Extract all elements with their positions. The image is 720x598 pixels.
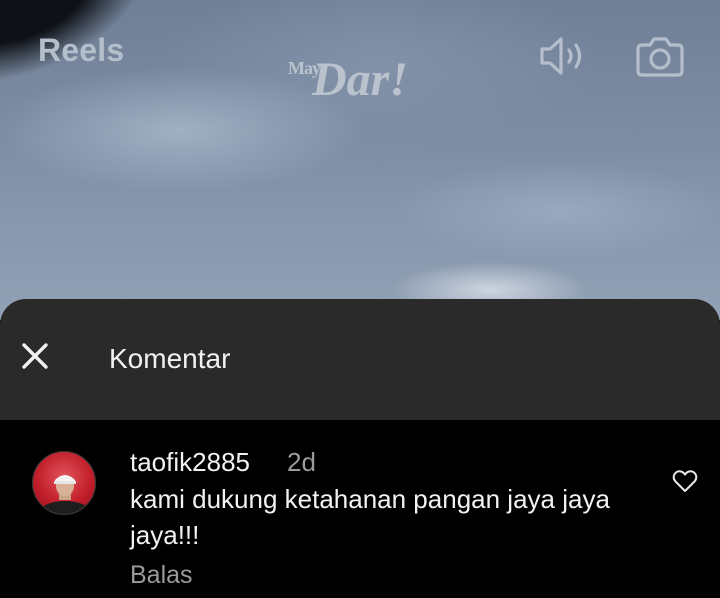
- comments-list: taofik2885 2d kami dukung ketahanan pang…: [0, 420, 720, 598]
- heart-icon: [672, 470, 698, 492]
- comments-sheet-header: Komentar: [0, 299, 720, 420]
- camera-icon[interactable]: [634, 32, 686, 80]
- speaker-icon[interactable]: [536, 32, 588, 80]
- reels-title: Reels: [38, 32, 125, 68]
- close-icon: [22, 343, 48, 369]
- reply-button[interactable]: Balas: [130, 561, 193, 590]
- comment-item: taofik2885 2d kami dukung ketahanan pang…: [0, 420, 720, 598]
- comment-timestamp: 2d: [287, 447, 316, 477]
- watermark-big-text: Dar!: [312, 53, 409, 106]
- like-button[interactable]: [670, 467, 700, 495]
- comment-text: kami dukung ketahanan pangan jaya jaya j…: [130, 484, 610, 550]
- close-button[interactable]: [14, 335, 56, 377]
- comment-username[interactable]: taofik2885: [130, 447, 250, 478]
- avatar[interactable]: [32, 451, 96, 515]
- reel-video[interactable]: Reels May Dar!: [0, 0, 720, 320]
- sheet-title: Komentar: [109, 343, 231, 374]
